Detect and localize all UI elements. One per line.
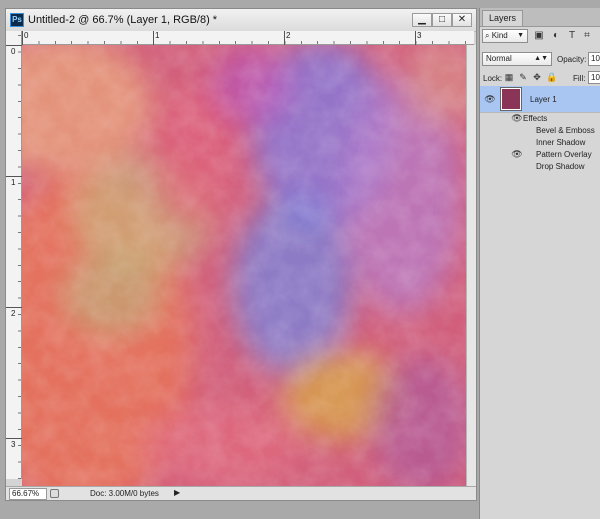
- effect-row-drop-shadow[interactable]: Drop Shadow: [480, 160, 600, 172]
- ruler-label: 2: [286, 31, 291, 40]
- ruler-label: 1: [11, 178, 16, 187]
- layer-name: Layer 1: [530, 95, 557, 104]
- layer-row-layer-1[interactable]: 👁 Layer 1: [480, 86, 600, 113]
- vertical-ruler[interactable]: 0 1 2 3: [6, 31, 22, 479]
- marbled-texture-image: [22, 45, 466, 487]
- blend-mode-row: Normal ▲▼ Opacity: 100%: [480, 50, 600, 68]
- layer-thumbnail: [500, 87, 522, 111]
- filter-kind-label: Kind: [491, 31, 508, 40]
- status-info-icon[interactable]: [50, 489, 59, 498]
- lock-transparent-pixels-icon[interactable]: ▦: [504, 72, 514, 83]
- lock-row: Lock: ▦ ✎ ✥ 🔒 Fill: 100%: [480, 70, 600, 87]
- maximize-button[interactable]: □: [432, 13, 452, 27]
- layer-filter-row: ⌕ Kind ▼ ▣ ◐ T ⌗: [480, 26, 600, 48]
- status-menu-arrow-icon[interactable]: ▶: [174, 488, 180, 497]
- panel-tab-bar: Layers: [480, 8, 600, 27]
- effects-group-row[interactable]: 👁 Effects: [480, 112, 600, 124]
- tab-layers[interactable]: Layers: [482, 10, 524, 26]
- lock-label: Lock:: [483, 74, 503, 83]
- chevron-down-icon: ▼: [517, 32, 524, 39]
- effect-label: Bevel & Emboss: [536, 126, 595, 135]
- opacity-field[interactable]: 100%: [588, 52, 600, 66]
- opacity-label: Opacity:: [557, 55, 587, 64]
- effects-label: Effects: [523, 114, 548, 123]
- search-icon: ⌕: [485, 31, 492, 40]
- effect-label: Drop Shadow: [536, 162, 585, 171]
- ruler-label: 0: [24, 31, 29, 40]
- image-filter-icon[interactable]: ▣: [533, 30, 545, 41]
- vertical-scrollbar[interactable]: [466, 45, 476, 487]
- blend-mode-select[interactable]: Normal ▲▼: [482, 52, 552, 66]
- ruler-label: 1: [155, 31, 160, 40]
- document-window: Ps Untitled-2 @ 66.7% (Layer 1, RGB/8) *…: [5, 8, 477, 501]
- image-canvas[interactable]: [22, 45, 466, 487]
- eye-icon[interactable]: 👁: [511, 149, 523, 160]
- adjustment-filter-icon[interactable]: ◐: [550, 30, 562, 41]
- lock-position-icon[interactable]: ✥: [532, 72, 542, 83]
- ruler-label: 0: [11, 47, 16, 56]
- close-button[interactable]: ✕: [452, 13, 472, 27]
- ruler-label: 2: [11, 309, 16, 318]
- eye-icon[interactable]: 👁: [511, 113, 523, 124]
- effect-row-inner-shadow[interactable]: Inner Shadow: [480, 136, 600, 148]
- type-filter-icon[interactable]: T: [566, 30, 578, 41]
- photoshop-app-icon: Ps: [10, 13, 24, 27]
- effect-row-bevel-emboss[interactable]: Bevel & Emboss: [480, 124, 600, 136]
- ruler-label: 3: [417, 31, 422, 40]
- layers-panel: Layers ⌕ Kind ▼ ▣ ◐ T ⌗ Normal ▲▼ Opacit…: [479, 8, 600, 519]
- effect-label: Inner Shadow: [536, 138, 586, 147]
- chevron-down-icon: ▲▼: [534, 55, 548, 62]
- effect-label: Pattern Overlay: [536, 150, 592, 159]
- lock-all-icon[interactable]: 🔒: [546, 72, 557, 83]
- shape-filter-icon[interactable]: ⌗: [581, 30, 593, 41]
- filter-kind-select[interactable]: ⌕ Kind ▼: [482, 29, 528, 43]
- effect-row-pattern-overlay[interactable]: 👁 Pattern Overlay: [480, 148, 600, 160]
- blend-mode-value: Normal: [486, 54, 512, 63]
- lock-image-pixels-icon[interactable]: ✎: [518, 72, 528, 83]
- eye-icon[interactable]: 👁: [484, 94, 496, 105]
- zoom-level-field[interactable]: 66.67%: [9, 488, 47, 500]
- minimize-button[interactable]: ▁: [412, 13, 432, 27]
- document-size-info: Doc: 3.00M/0 bytes: [90, 489, 159, 498]
- status-bar: 66.67% Doc: 3.00M/0 bytes ▶: [6, 486, 476, 500]
- fill-label: Fill:: [573, 74, 586, 83]
- document-title-bar[interactable]: Ps Untitled-2 @ 66.7% (Layer 1, RGB/8) *…: [6, 9, 476, 32]
- ruler-label: 3: [11, 440, 16, 449]
- document-title: Untitled-2 @ 66.7% (Layer 1, RGB/8) *: [28, 14, 218, 26]
- horizontal-ruler[interactable]: 0 1 2 3: [22, 31, 474, 45]
- fill-field[interactable]: 100%: [588, 71, 600, 84]
